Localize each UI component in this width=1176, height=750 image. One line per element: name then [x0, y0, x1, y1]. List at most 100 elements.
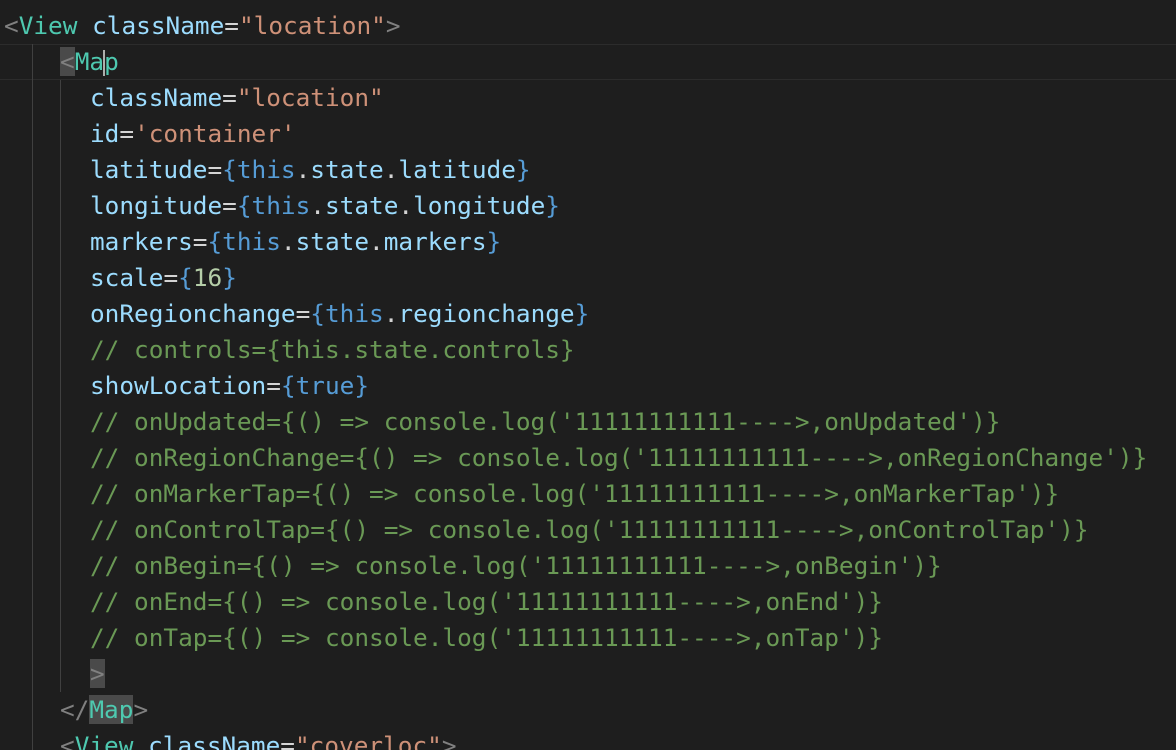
code-token: markers	[90, 227, 193, 256]
code-token: }	[515, 155, 531, 184]
code-token: onRegionchange	[90, 299, 296, 328]
code-line[interactable]: <Map	[60, 44, 119, 80]
code-token: .	[383, 299, 399, 328]
code-token: // onMarkerTap={() => console.log('11111…	[90, 479, 1060, 508]
code-line[interactable]: // onUpdated={() => console.log('1111111…	[90, 404, 1000, 440]
code-token: className	[92, 11, 225, 40]
code-line[interactable]: longitude={this.state.longitude}	[90, 188, 560, 224]
code-line[interactable]: scale={16}	[90, 260, 237, 296]
code-token: =	[222, 191, 237, 220]
code-token: latitude	[398, 155, 516, 184]
code-token: =	[163, 263, 179, 292]
code-token: }	[574, 299, 590, 328]
code-line[interactable]: // onMarkerTap={() => console.log('11111…	[90, 476, 1059, 512]
code-token: longitude	[90, 191, 223, 220]
indent-guide	[32, 44, 33, 750]
code-token: {	[222, 155, 237, 184]
code-line[interactable]: // controls={this.state.controls}	[90, 332, 575, 368]
code-token: }	[222, 263, 237, 292]
code-token: View	[18, 11, 78, 40]
code-token: {	[207, 227, 223, 256]
code-token: latitude	[90, 155, 208, 184]
code-token: {	[310, 299, 325, 328]
code-token: this	[222, 227, 281, 256]
code-token: =	[224, 11, 239, 40]
code-token: this	[324, 299, 384, 328]
code-token: p	[104, 47, 119, 76]
code-token: 16	[192, 263, 223, 292]
code-line[interactable]: >	[90, 656, 105, 692]
code-token: <	[4, 11, 19, 40]
code-token: .	[398, 191, 414, 220]
code-token: =	[207, 155, 223, 184]
code-line[interactable]: <View className="location">	[4, 8, 401, 44]
code-token: Ma	[74, 47, 105, 76]
code-token: regionchange	[398, 299, 575, 328]
code-token: >	[90, 659, 105, 688]
code-token: =	[280, 731, 295, 750]
code-token: .	[369, 227, 384, 256]
code-token: =	[192, 227, 208, 256]
current-line-highlight	[0, 44, 1176, 80]
code-token: // onControlTap={() => console.log('1111…	[90, 515, 1089, 544]
code-token: showLocation	[90, 371, 267, 400]
code-token: =	[295, 299, 311, 328]
code-token: "location"	[236, 83, 384, 112]
indent-guide	[60, 80, 61, 692]
code-line[interactable]: showLocation={true}	[90, 368, 369, 404]
code-token: // onEnd={() => console.log('11111111111…	[90, 587, 883, 616]
code-token: =	[119, 119, 135, 148]
code-token: {	[280, 371, 296, 400]
code-token: scale	[90, 263, 164, 292]
code-editor[interactable]: <View className="location"> <Map className…	[0, 0, 1176, 750]
code-token: >	[133, 695, 149, 724]
code-line[interactable]: // onTap={() => console.log('11111111111…	[90, 620, 883, 656]
code-token: state	[295, 227, 370, 256]
code-token: </	[60, 695, 90, 724]
code-line[interactable]: // onControlTap={() => console.log('1111…	[90, 512, 1089, 548]
code-token: >	[385, 11, 401, 40]
code-token: this	[251, 191, 311, 220]
code-token: id	[90, 119, 120, 148]
code-token: className	[90, 83, 223, 112]
code-token: View	[74, 731, 134, 750]
code-token: "coverloc"	[294, 731, 442, 750]
code-line[interactable]: id='container'	[90, 116, 296, 152]
code-token: <	[60, 731, 75, 750]
code-token: Map	[89, 695, 134, 724]
code-line[interactable]: latitude={this.state.latitude}	[90, 152, 531, 188]
code-token: // onBegin={() => console.log('111111111…	[90, 551, 942, 580]
code-token: className	[148, 731, 281, 750]
code-token: "location"	[238, 11, 386, 40]
code-token: {	[178, 263, 193, 292]
code-line[interactable]: </Map>	[60, 692, 148, 728]
code-line[interactable]: markers={this.state.markers}	[90, 224, 501, 260]
code-token: }	[354, 371, 370, 400]
code-token: .	[383, 155, 399, 184]
code-token: // onUpdated={() => console.log('1111111…	[90, 407, 1001, 436]
code-token: .	[280, 227, 296, 256]
code-token: {	[236, 191, 252, 220]
code-token: <	[60, 47, 75, 76]
code-token: .	[295, 155, 311, 184]
code-token: // onTap={() => console.log('11111111111…	[90, 623, 883, 652]
code-token: this	[236, 155, 296, 184]
code-token: markers	[383, 227, 487, 256]
code-token: state	[324, 191, 399, 220]
code-line[interactable]: onRegionchange={this.regionchange}	[90, 296, 589, 332]
code-line[interactable]: // onBegin={() => console.log('111111111…	[90, 548, 942, 584]
code-token: }	[545, 191, 560, 220]
code-line[interactable]: <View className="coverloc">	[60, 728, 457, 750]
code-line[interactable]: // onEnd={() => console.log('11111111111…	[90, 584, 883, 620]
code-token: >	[441, 731, 457, 750]
code-token: state	[310, 155, 384, 184]
code-line[interactable]: className="location"	[90, 80, 384, 116]
code-line[interactable]: // onRegionChange={() => console.log('11…	[90, 440, 1147, 476]
code-token: true	[295, 371, 355, 400]
code-token: .	[310, 191, 325, 220]
code-token: // controls={this.state.controls}	[90, 335, 575, 364]
code-token: longitude	[413, 191, 546, 220]
code-token: // onRegionChange={() => console.log('11…	[90, 443, 1148, 472]
